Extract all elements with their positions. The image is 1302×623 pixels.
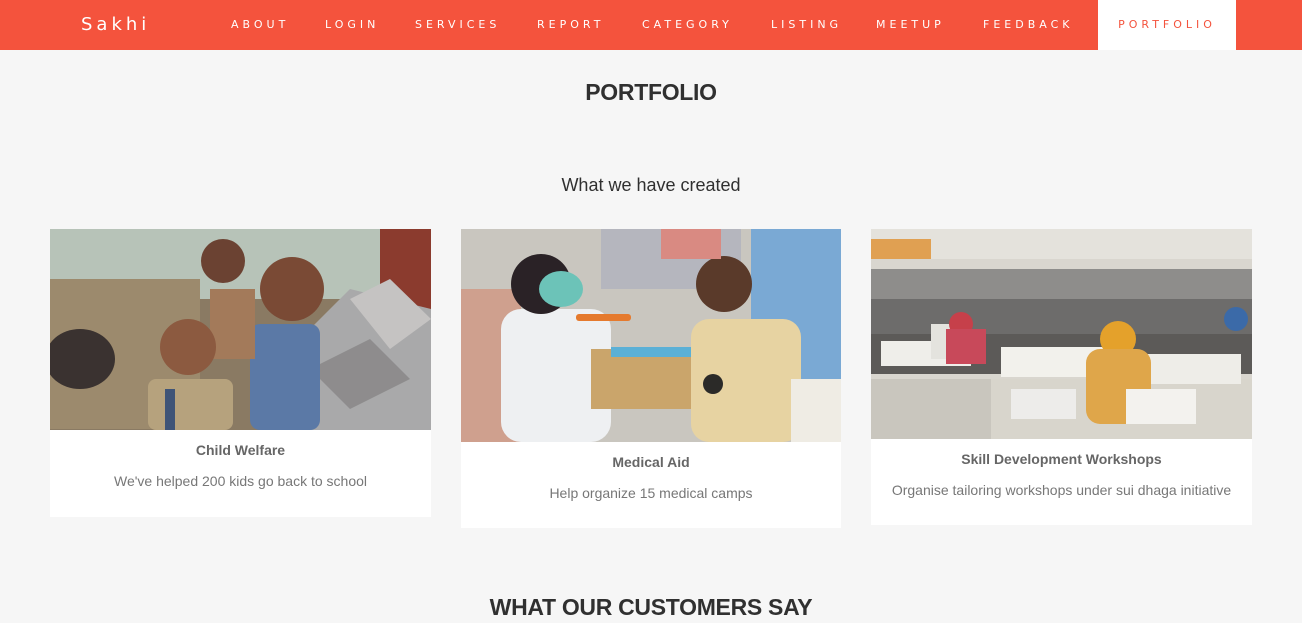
top-navbar: Sakhi ABOUT LOGIN SERVICES REPORT CATEGO…: [0, 0, 1302, 50]
card-title: Skill Development Workshops: [961, 451, 1162, 467]
portfolio-card-medical-aid[interactable]: Medical Aid Help organize 15 medical cam…: [461, 229, 841, 528]
nav-item-services[interactable]: SERVICES: [415, 0, 500, 50]
nav-item-feedback[interactable]: FEEDBACK: [983, 0, 1073, 50]
nav-item-portfolio[interactable]: PORTFOLIO: [1098, 0, 1236, 50]
portfolio-card-skill-development[interactable]: Skill Development Workshops Organise tai…: [871, 229, 1252, 525]
nav-item-listing[interactable]: LISTING: [771, 0, 842, 50]
nav-item-report[interactable]: REPORT: [537, 0, 604, 50]
card-description: Organise tailoring workshops under sui d…: [891, 482, 1232, 498]
nav-item-category[interactable]: CATEGORY: [642, 0, 733, 50]
card-title: Medical Aid: [612, 454, 690, 470]
testimonials-heading: WHAT OUR CUSTOMERS SAY: [489, 594, 813, 620]
nav-item-about[interactable]: ABOUT: [231, 0, 289, 50]
brand-logo-link[interactable]: Sakhi: [81, 13, 150, 37]
portfolio-subtitle: What we have created: [561, 175, 741, 195]
card-title: Child Welfare: [195, 442, 286, 458]
tailoring-workshop-photo: [871, 229, 1252, 439]
card-description: We've helped 200 kids go back to school: [113, 473, 368, 489]
medical-camp-photo: [461, 229, 841, 442]
card-description: Help organize 15 medical camps: [549, 485, 753, 501]
nav-item-meetup[interactable]: MEETUP: [876, 0, 945, 50]
nav-item-login[interactable]: LOGIN: [325, 0, 379, 50]
portfolio-card-child-welfare[interactable]: Child Welfare We've helped 200 kids go b…: [50, 229, 431, 517]
portfolio-heading: PORTFOLIO: [585, 79, 717, 105]
children-photo: [50, 229, 431, 430]
